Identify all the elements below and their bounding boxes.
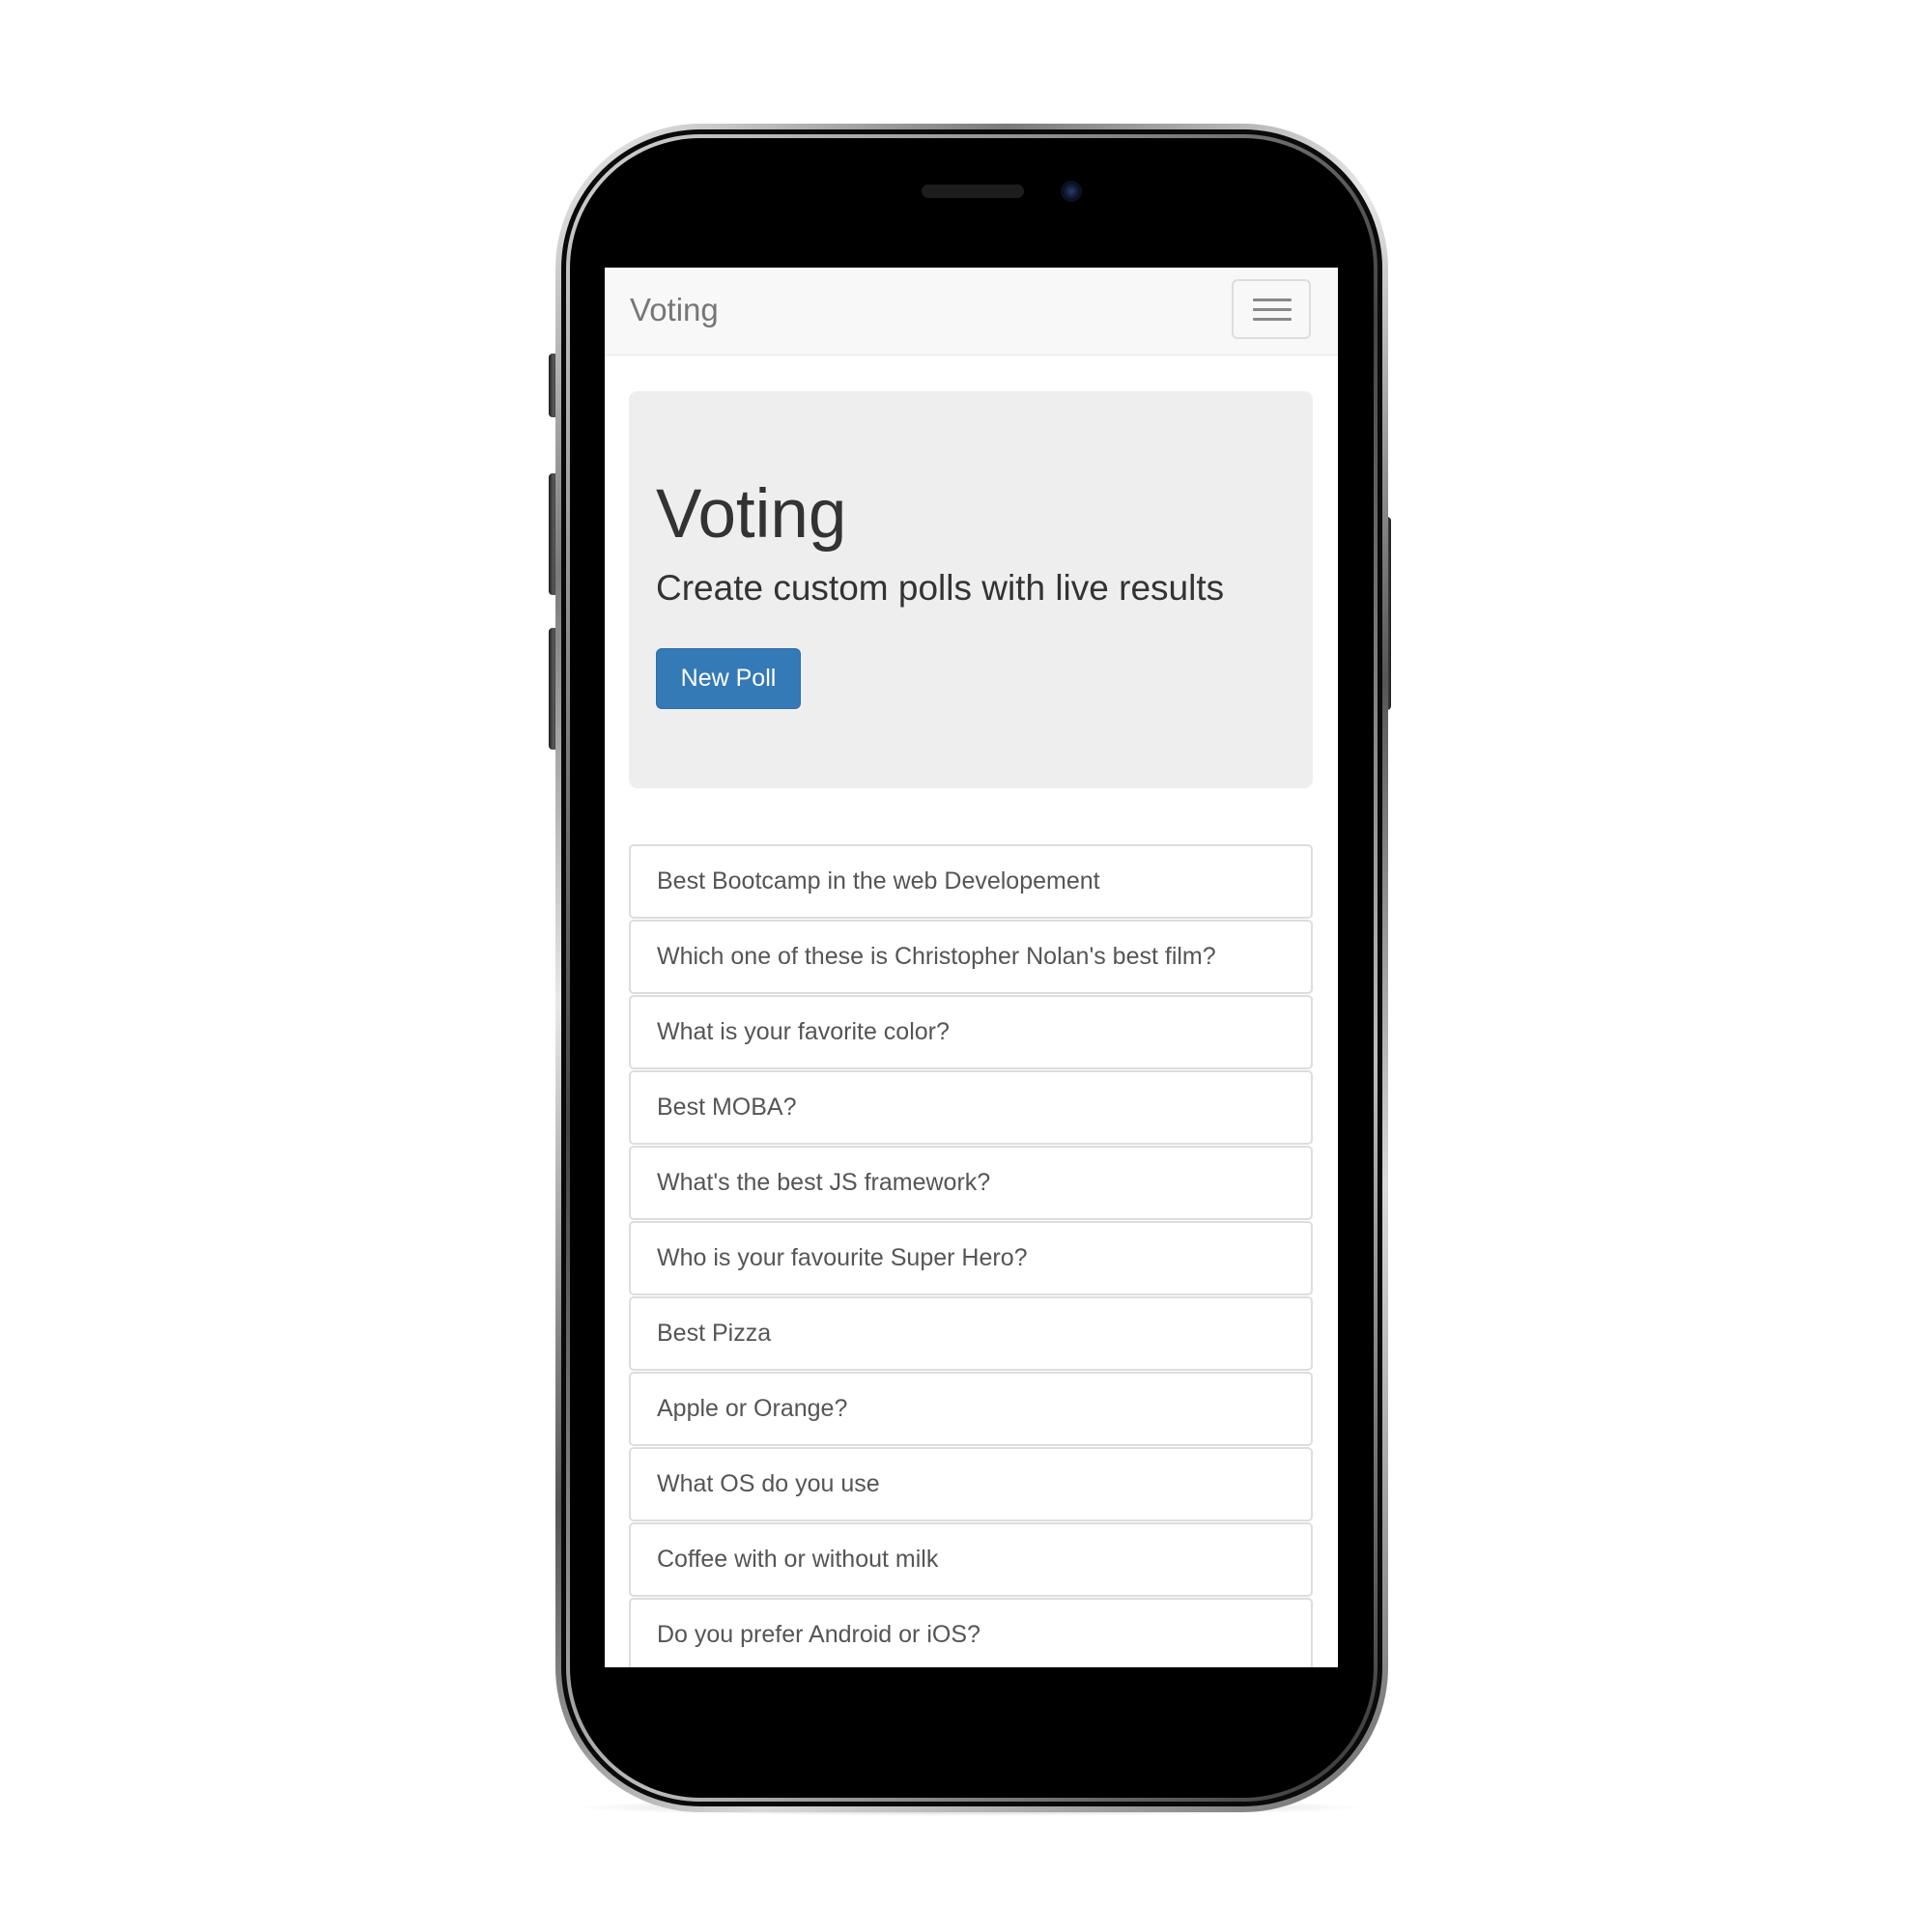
hamburger-menu-icon xyxy=(1253,308,1292,311)
front-camera-icon xyxy=(1061,181,1082,202)
poll-list: Best Bootcamp in the web Developement Wh… xyxy=(629,844,1313,1667)
page-subtitle: Create custom polls with live results xyxy=(656,568,1225,608)
phone-screen: Voting Voting Create custom polls with l… xyxy=(605,268,1338,1667)
poll-list-item[interactable]: Best Bootcamp in the web Developement xyxy=(629,844,1313,919)
poll-list-item[interactable]: Which one of these is Christopher Nolan'… xyxy=(629,920,1313,994)
earpiece-speaker xyxy=(922,185,1024,198)
navbar-brand[interactable]: Voting xyxy=(630,291,719,329)
page-title: Voting xyxy=(656,476,847,553)
poll-list-item[interactable]: Coffee with or without milk xyxy=(629,1522,1313,1597)
navbar-toggle-button[interactable] xyxy=(1232,279,1311,339)
poll-list-item[interactable]: Apple or Orange? xyxy=(629,1372,1313,1446)
poll-list-item[interactable]: Who is your favourite Super Hero? xyxy=(629,1221,1313,1295)
poll-list-item[interactable]: Best MOBA? xyxy=(629,1070,1313,1145)
navbar: Voting xyxy=(605,268,1338,355)
poll-list-item[interactable]: What is your favorite color? xyxy=(629,995,1313,1069)
poll-list-item[interactable]: What's the best JS framework? xyxy=(629,1146,1313,1220)
poll-list-item[interactable]: What OS do you use xyxy=(629,1447,1313,1521)
jumbotron: Voting Create custom polls with live res… xyxy=(629,391,1313,788)
poll-list-item[interactable]: Do you prefer Android or iOS? xyxy=(629,1598,1313,1667)
hamburger-menu-icon xyxy=(1253,298,1292,301)
new-poll-button[interactable]: New Poll xyxy=(656,648,801,709)
hamburger-menu-icon xyxy=(1253,318,1292,321)
poll-list-item[interactable]: Best Pizza xyxy=(629,1296,1313,1371)
